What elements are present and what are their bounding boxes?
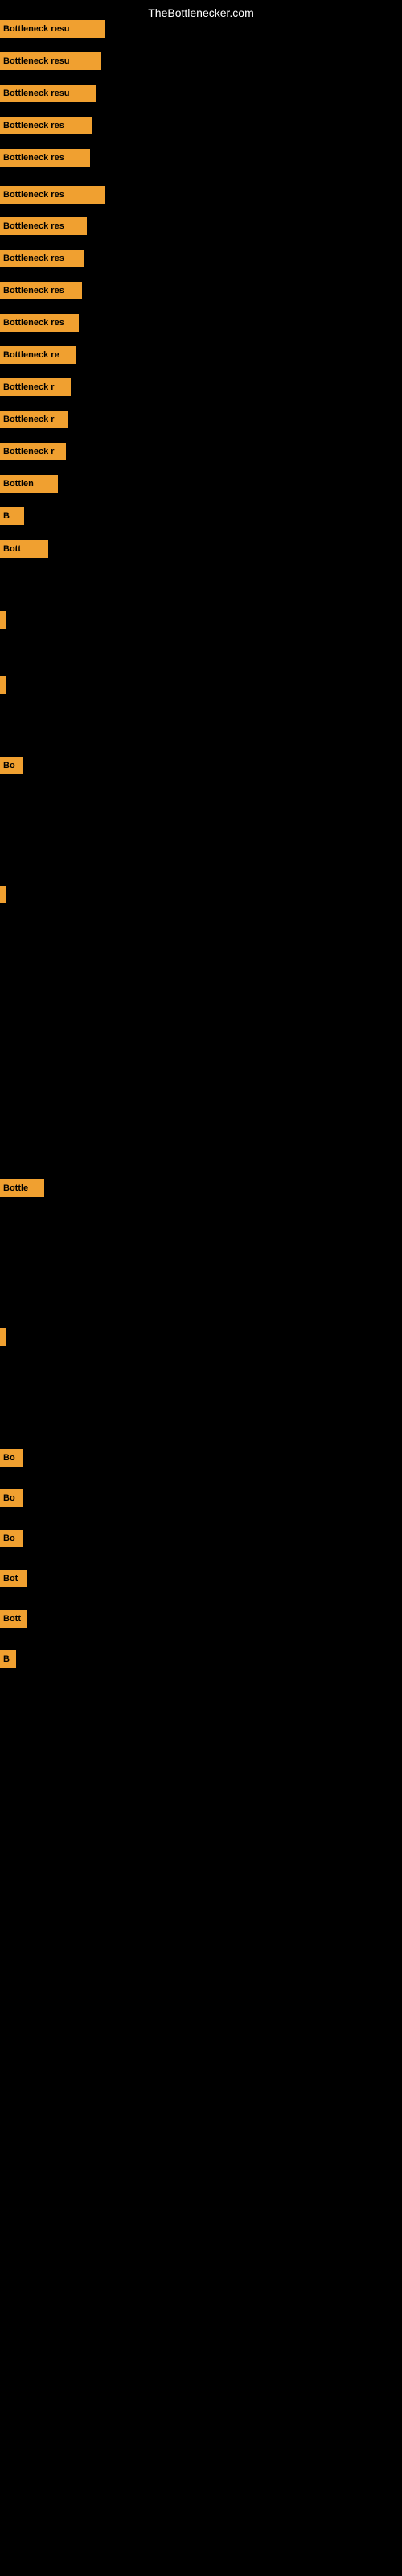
bottleneck-bar — [0, 676, 6, 694]
bottleneck-bar: Bottleneck res — [0, 282, 82, 299]
bottleneck-bar: Bo — [0, 1489, 23, 1507]
bottleneck-bar: Bottleneck res — [0, 250, 84, 267]
bottleneck-bar: Bottleneck resu — [0, 52, 100, 70]
bottleneck-bar: Bottleneck r — [0, 443, 66, 460]
bottleneck-bar — [0, 1328, 6, 1346]
bottleneck-bar — [0, 886, 6, 903]
bottleneck-bar: Bo — [0, 1449, 23, 1467]
bottleneck-bar: Bottleneck res — [0, 117, 92, 134]
bottleneck-bar: Bott — [0, 1610, 27, 1628]
bottleneck-bar: Bottleneck r — [0, 378, 71, 396]
bottleneck-bar — [0, 611, 6, 629]
bottleneck-bar: Bottle — [0, 1179, 44, 1197]
bottleneck-bar: Bott — [0, 540, 48, 558]
bottleneck-bar: B — [0, 1650, 16, 1668]
bottleneck-bar: Bo — [0, 757, 23, 774]
bottleneck-bar: Bottleneck res — [0, 217, 87, 235]
bottleneck-bar: Bo — [0, 1530, 23, 1547]
bottleneck-bar: Bottleneck res — [0, 186, 105, 204]
bottleneck-bar: B — [0, 507, 24, 525]
bottleneck-bar: Bottleneck r — [0, 411, 68, 428]
bottleneck-bar: Bot — [0, 1570, 27, 1587]
bottleneck-bar: Bottleneck re — [0, 346, 76, 364]
bottleneck-bar: Bottleneck resu — [0, 20, 105, 38]
bottleneck-bar: Bottleneck res — [0, 149, 90, 167]
bottleneck-bar: Bottleneck res — [0, 314, 79, 332]
bottleneck-bar: Bottlen — [0, 475, 58, 493]
bottleneck-bar: Bottleneck resu — [0, 85, 96, 102]
